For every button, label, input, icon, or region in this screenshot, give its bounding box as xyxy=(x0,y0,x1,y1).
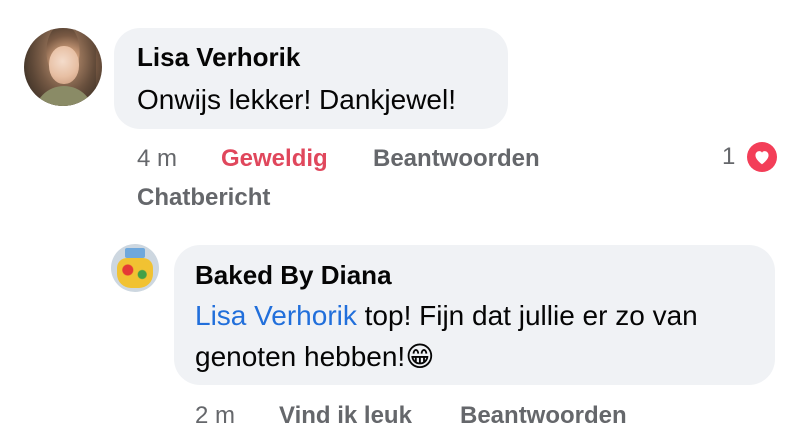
comment-text: Onwijs lekker! Dankjewel! xyxy=(137,84,456,115)
avatar-baked-by-diana[interactable] xyxy=(111,244,159,292)
like-button[interactable]: Vind ik leuk xyxy=(279,402,412,430)
cake-image xyxy=(117,258,153,288)
mention-link[interactable]: Lisa Verhorik xyxy=(195,300,357,331)
comment-author[interactable]: Lisa Verhorik xyxy=(137,42,300,73)
heart-glyph xyxy=(755,151,769,165)
avatar-lisa-verhorik[interactable] xyxy=(24,28,102,106)
reply-text-rest: top! Fijn dat jullie er zo van xyxy=(356,300,698,331)
comment-timestamp[interactable]: 4 m xyxy=(137,145,177,173)
reply-text-line-1: Lisa Verhorik top! Fijn dat jullie er zo… xyxy=(195,300,698,332)
cake-topper xyxy=(125,248,145,258)
chat-message-button[interactable]: Chatbericht xyxy=(137,184,270,212)
reaction-count[interactable]: 1 xyxy=(722,143,735,171)
reply-timestamp[interactable]: 2 m xyxy=(195,402,235,430)
avatar-face xyxy=(49,46,79,84)
grinning-emoji-icon: 😁 xyxy=(405,341,435,372)
reply-text-end: genoten hebben! xyxy=(195,341,406,372)
reply-button[interactable]: Beantwoorden xyxy=(373,145,540,173)
reply-author[interactable]: Baked By Diana xyxy=(195,260,392,291)
reply-text-line-2: genoten hebben!😁 xyxy=(195,340,434,373)
heart-icon[interactable] xyxy=(747,142,777,172)
reply-reply-button[interactable]: Beantwoorden xyxy=(460,402,627,430)
reaction-button[interactable]: Geweldig xyxy=(221,145,328,173)
